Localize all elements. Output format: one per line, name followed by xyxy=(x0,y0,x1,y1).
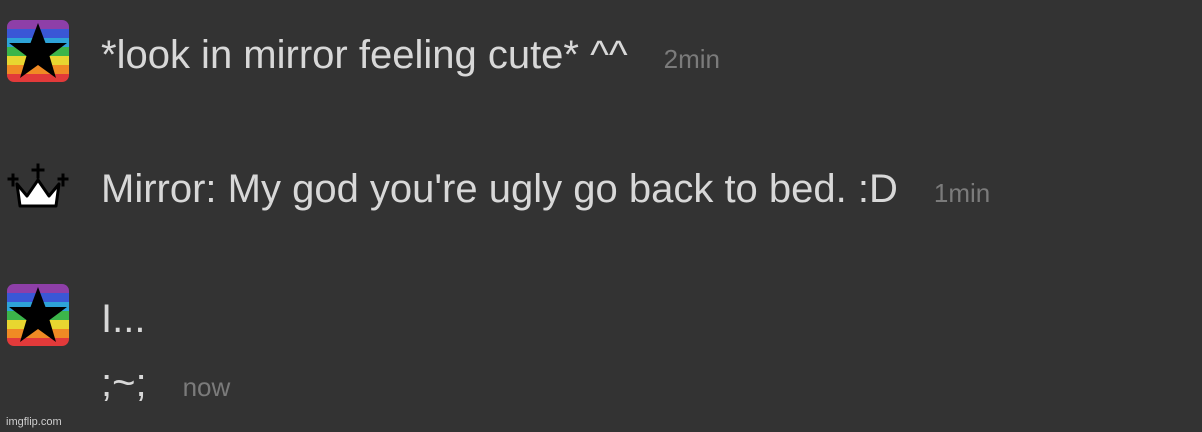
message-2-text: Mirror: My god you're ugly go back to be… xyxy=(101,167,898,211)
message-1-text: *look in mirror feeling cute* ^^ xyxy=(101,33,628,77)
crown-icon xyxy=(7,163,69,208)
message-2: Mirror: My god you're ugly go back to be… xyxy=(101,166,990,216)
message-1: *look in mirror feeling cute* ^^ 2min xyxy=(101,32,720,82)
rainbow-star-icon xyxy=(7,284,69,346)
rainbow-star-avatar[interactable] xyxy=(7,20,69,82)
message-3-text-2: ;~; xyxy=(101,361,147,405)
rainbow-star-icon xyxy=(7,20,69,82)
message-3-line-2: ;~; now xyxy=(101,360,230,410)
rainbow-star-avatar[interactable] xyxy=(7,284,69,346)
message-2-timestamp: 1min xyxy=(933,178,991,208)
crown-avatar[interactable] xyxy=(7,158,69,220)
message-3-line-1: I... xyxy=(101,296,145,342)
imgflip-watermark: imgflip.com xyxy=(6,416,62,428)
message-1-timestamp: 2min xyxy=(663,44,720,74)
chat-log: *look in mirror feeling cute* ^^ 2min Mi… xyxy=(0,0,1202,432)
message-3-text-1: I... xyxy=(101,297,146,341)
message-3-timestamp: now xyxy=(182,372,231,402)
